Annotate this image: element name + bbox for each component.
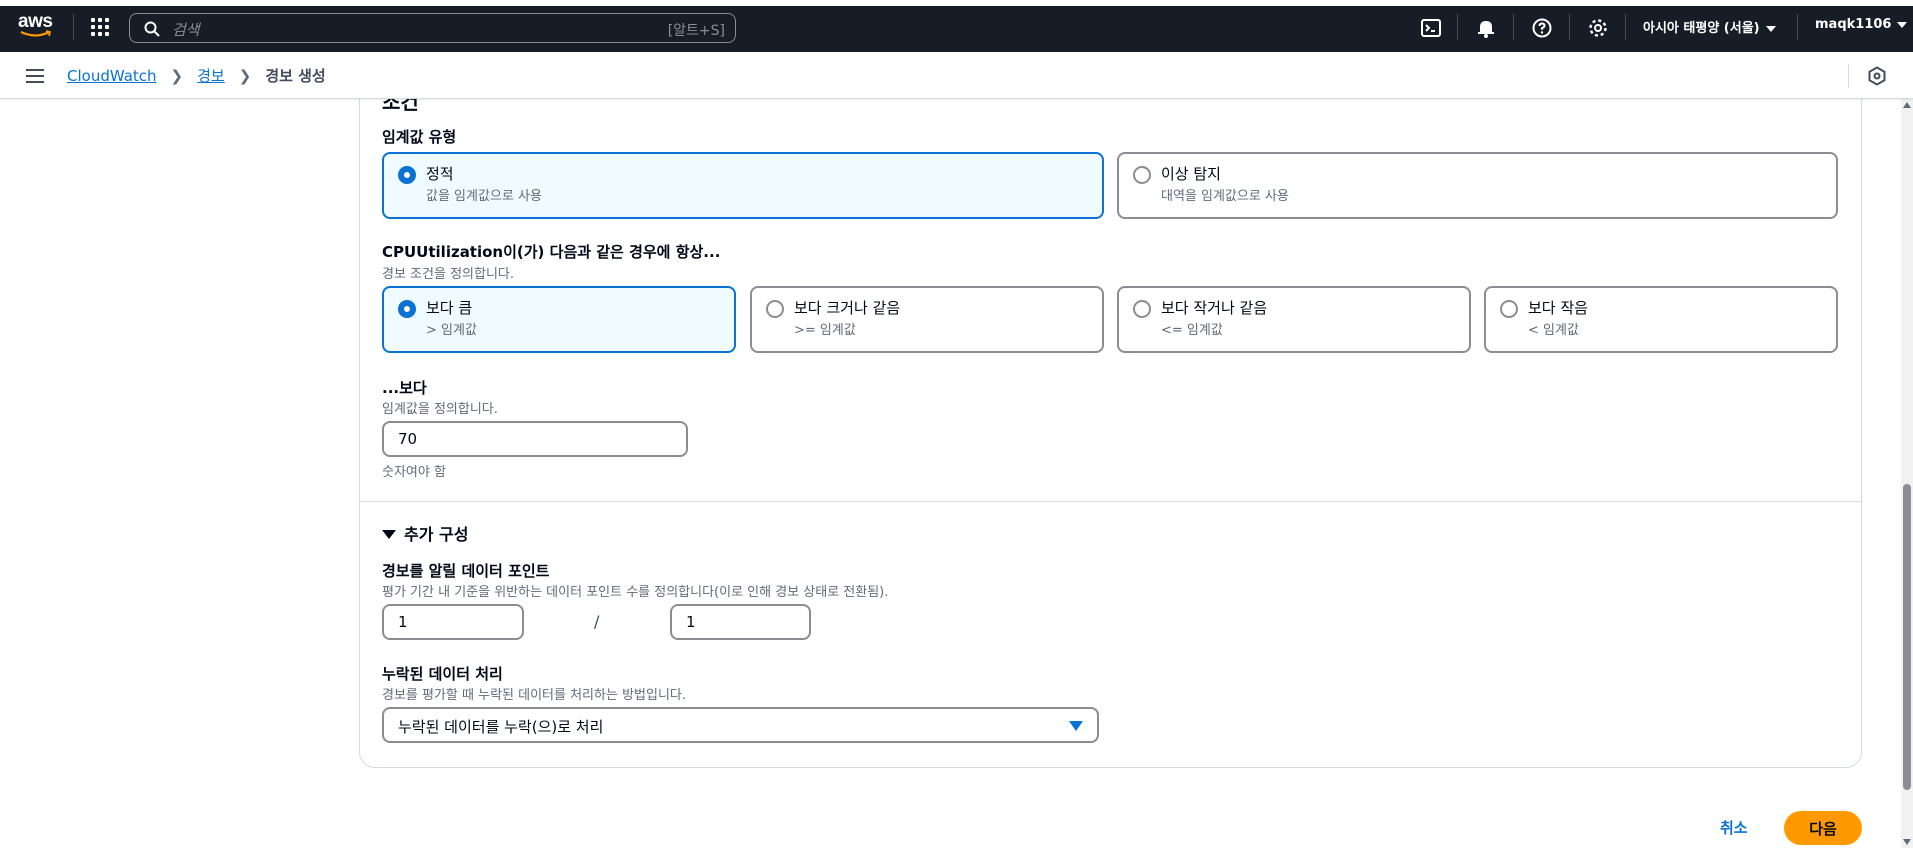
gear-icon[interactable]	[1587, 17, 1609, 39]
radio-unselected[interactable]	[1133, 166, 1151, 184]
caret-down-icon	[382, 530, 396, 539]
datapoints-separator: /	[594, 612, 600, 631]
option-title: 보다 크거나 같음	[794, 299, 901, 317]
page-scrollbar[interactable]	[1901, 99, 1913, 848]
aws-smile-icon	[20, 30, 52, 37]
cancel-button[interactable]: 취소	[1720, 817, 1748, 838]
option-title: 보다 작음	[1528, 299, 1588, 317]
than-label: ...보다	[382, 379, 427, 397]
help-icon[interactable]	[1531, 17, 1553, 39]
next-button[interactable]: 다음	[1784, 811, 1862, 845]
user-label: maqk1106	[1815, 17, 1892, 32]
condition-greater-option[interactable]: 보다 큼 > 임계값	[382, 286, 736, 353]
nav-separator	[1569, 14, 1570, 40]
datapoints-description: 평가 기간 내 기준을 위반하는 데이터 포인트 수를 정의합니다(이로 인해 …	[382, 585, 889, 600]
missing-data-description: 경보를 평가할 때 누락된 데이터를 처리하는 방법입니다.	[382, 688, 687, 703]
datapoints-count-input[interactable]: 1	[382, 604, 524, 640]
search-shortcut: [알트+S]	[667, 23, 725, 39]
option-subtitle: 대역을 임계값으로 사용	[1161, 189, 1289, 204]
evaluation-periods-input[interactable]: 1	[670, 604, 811, 640]
scroll-down-icon[interactable]	[1903, 839, 1911, 845]
option-title: 정적	[426, 165, 454, 183]
aws-logo-text: aws	[18, 11, 53, 32]
option-subtitle: >= 임계값	[794, 323, 856, 338]
breadcrumb-cloudwatch[interactable]: CloudWatch	[67, 67, 157, 85]
option-subtitle: 값을 임계값으로 사용	[426, 189, 542, 204]
services-grid-icon[interactable]	[91, 18, 111, 38]
option-subtitle: > 임계값	[426, 323, 477, 338]
nav-separator	[1457, 14, 1458, 40]
region-label: 아시아 태평양 (서울)	[1643, 21, 1760, 36]
option-title: 보다 큼	[426, 299, 473, 317]
search-icon	[144, 21, 160, 37]
breadcrumb: CloudWatch ❯ 경보 ❯ 경보 생성	[67, 65, 326, 86]
than-description: 임계값을 정의합니다.	[382, 402, 498, 417]
additional-config-toggle[interactable]: 추가 구성	[382, 521, 468, 545]
option-title: 이상 탐지	[1161, 165, 1221, 183]
nav-separator	[1625, 14, 1626, 40]
datapoints-label: 경보를 알릴 데이터 포인트	[382, 562, 550, 580]
scroll-up-icon[interactable]	[1903, 102, 1911, 108]
caret-down-icon	[1069, 721, 1083, 731]
caret-down-icon	[1765, 25, 1776, 32]
threshold-anomaly-option[interactable]: 이상 탐지 대역을 임계값으로 사용	[1117, 152, 1838, 219]
threshold-constraint: 숫자여야 함	[382, 465, 446, 480]
threshold-static-option[interactable]: 정적 값을 임계값으로 사용	[382, 152, 1104, 219]
radio-selected[interactable]	[398, 300, 416, 318]
threshold-type-label: 임계값 유형	[382, 128, 457, 146]
nav-separator	[1797, 14, 1798, 40]
caret-down-icon	[1897, 21, 1908, 28]
breadcrumb-alarms[interactable]: 경보	[197, 67, 225, 85]
bell-icon[interactable]	[1475, 17, 1497, 39]
search-placeholder: 검색	[172, 21, 200, 39]
account-menu[interactable]: maqk1106	[1815, 17, 1908, 32]
nav-separator	[73, 14, 74, 40]
condition-greater-equal-option[interactable]: 보다 크거나 같음 >= 임계값	[750, 286, 1104, 353]
radio-selected[interactable]	[398, 166, 416, 184]
threshold-value-input[interactable]: 70	[382, 421, 688, 457]
condition-less-option[interactable]: 보다 작음 < 임계값	[1484, 286, 1838, 353]
aws-logo[interactable]: aws	[18, 11, 56, 41]
option-subtitle: < 임계값	[1528, 323, 1579, 338]
select-value: 누락된 데이터를 누락(으)로 처리	[398, 718, 604, 736]
top-strip	[0, 0, 1913, 6]
toggle-label: 추가 구성	[404, 525, 469, 544]
option-title: 보다 작거나 같음	[1161, 299, 1268, 317]
missing-data-label: 누락된 데이터 처리	[382, 665, 503, 683]
info-panel-icon[interactable]	[1867, 66, 1887, 86]
condition-less-equal-option[interactable]: 보다 작거나 같음 <= 임계값	[1117, 286, 1471, 353]
breadcrumb-bar: CloudWatch ❯ 경보 ❯ 경보 생성	[0, 52, 1913, 99]
nav-separator	[1513, 14, 1514, 40]
chevron-right-icon: ❯	[238, 67, 252, 85]
radio-unselected[interactable]	[1133, 300, 1151, 318]
whenever-description: 경보 조건을 정의합니다.	[382, 267, 514, 282]
radio-unselected[interactable]	[1500, 300, 1518, 318]
whenever-label: CPUUtilization이(가) 다음과 같은 경우에 항상...	[382, 243, 721, 261]
breadcrumb-current: 경보 생성	[265, 67, 326, 85]
top-navigation: aws 검색 [알트+S] 아시아 태평양 (서울) maqk1106	[0, 0, 1913, 52]
chevron-right-icon: ❯	[170, 67, 184, 85]
divider	[1848, 64, 1849, 88]
search-input[interactable]: 검색 [알트+S]	[129, 13, 736, 43]
cloudshell-icon[interactable]	[1420, 17, 1442, 39]
scrollbar-thumb[interactable]	[1903, 484, 1911, 790]
missing-data-select[interactable]: 누락된 데이터를 누락(으)로 처리	[382, 707, 1099, 743]
radio-unselected[interactable]	[766, 300, 784, 318]
section-divider	[359, 501, 1862, 502]
region-selector[interactable]: 아시아 태평양 (서울)	[1643, 17, 1776, 36]
option-subtitle: <= 임계값	[1161, 323, 1223, 338]
menu-icon[interactable]	[26, 69, 44, 83]
